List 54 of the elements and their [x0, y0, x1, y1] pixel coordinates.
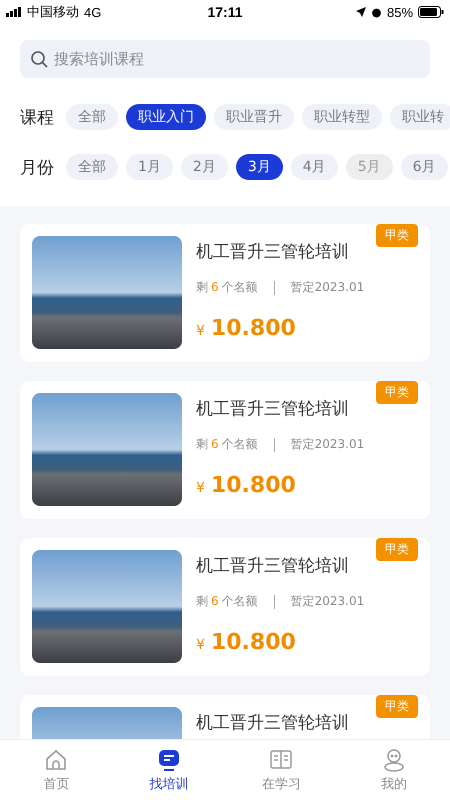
course-date: 暂定2023.01: [290, 593, 364, 610]
message-icon: [156, 748, 181, 772]
course-title: 机工晋升三管轮培训: [196, 712, 349, 734]
filter-chip[interactable]: 职业入门: [126, 104, 206, 130]
course-title: 机工晋升三管轮培训: [196, 398, 350, 420]
battery-percent: 85%: [386, 4, 414, 20]
course-date: 暂定2023.01: [290, 436, 364, 453]
filter-chip[interactable]: 2月: [180, 154, 228, 180]
filter-label: 课程: [20, 106, 54, 128]
category-tag: 甲类: [376, 538, 418, 561]
currency-sign: ¥: [196, 637, 205, 653]
location-icon: [356, 7, 366, 17]
course-price: 10.800: [210, 630, 296, 655]
currency-sign: ¥: [196, 323, 205, 339]
filter-chip[interactable]: 全部: [66, 104, 118, 130]
course-card[interactable]: 机工晋升三管轮培训 剩 6 个名额 暂定2023.01 ¥ 10.800 甲类: [20, 381, 430, 519]
seats-remaining: 剩 6 个名额: [196, 593, 258, 610]
category-tag: 甲类: [376, 381, 418, 404]
filter-chip[interactable]: 3月: [236, 154, 283, 180]
course-card[interactable]: 机工晋升三管轮培训 甲类: [20, 695, 430, 739]
course-price: 10.800: [210, 473, 296, 498]
battery-icon: [418, 6, 444, 18]
filter-chip[interactable]: 6月: [400, 154, 448, 180]
tab-bar-item[interactable]: 在学习: [225, 740, 338, 800]
currency-sign: ¥: [196, 480, 205, 496]
filter-chip[interactable]: 职业转: [390, 104, 450, 130]
course-card[interactable]: 机工晋升三管轮培训 剩 6 个名额 暂定2023.01 ¥ 10.800 甲类: [20, 224, 430, 362]
network-type: 4G: [84, 4, 102, 20]
filter-chip[interactable]: 全部: [66, 154, 118, 180]
course-title: 机工晋升三管轮培训: [196, 241, 350, 263]
filter-label: 月份: [20, 156, 54, 178]
signal-icon: [6, 7, 22, 17]
filter-chip[interactable]: 职业转型: [302, 104, 382, 130]
carrier-name: 中国移动: [27, 3, 79, 21]
seats-remaining: 剩 6 个名额: [196, 279, 258, 296]
book-icon: [269, 748, 294, 772]
filter-chip[interactable]: 4月: [290, 154, 338, 180]
user-icon: [382, 748, 406, 772]
filter-chip[interactable]: 职业晋升: [214, 104, 294, 130]
filter-chip[interactable]: 1月: [126, 154, 173, 180]
search-icon: [30, 50, 48, 68]
course-card[interactable]: 机工晋升三管轮培训 剩 6 个名额 暂定2023.01 ¥ 10.800 甲类: [20, 538, 430, 676]
seats-remaining: 剩 6 个名额: [196, 436, 258, 453]
course-title: 机工晋升三管轮培训: [196, 555, 350, 577]
course-date: 暂定2023.01: [290, 279, 364, 296]
tab-bar-item[interactable]: 首页: [0, 740, 112, 800]
course-price: 10.800: [210, 316, 296, 341]
home-icon: [44, 748, 68, 772]
category-tag: 甲类: [376, 695, 418, 718]
category-tag: 甲类: [376, 224, 418, 247]
search-field[interactable]: 搜索培训课程: [20, 40, 430, 78]
tab-bar-item[interactable]: 我的: [338, 740, 450, 800]
tab-bar-item[interactable]: 找培训: [112, 740, 225, 800]
clock-time: 17:11: [207, 4, 243, 20]
